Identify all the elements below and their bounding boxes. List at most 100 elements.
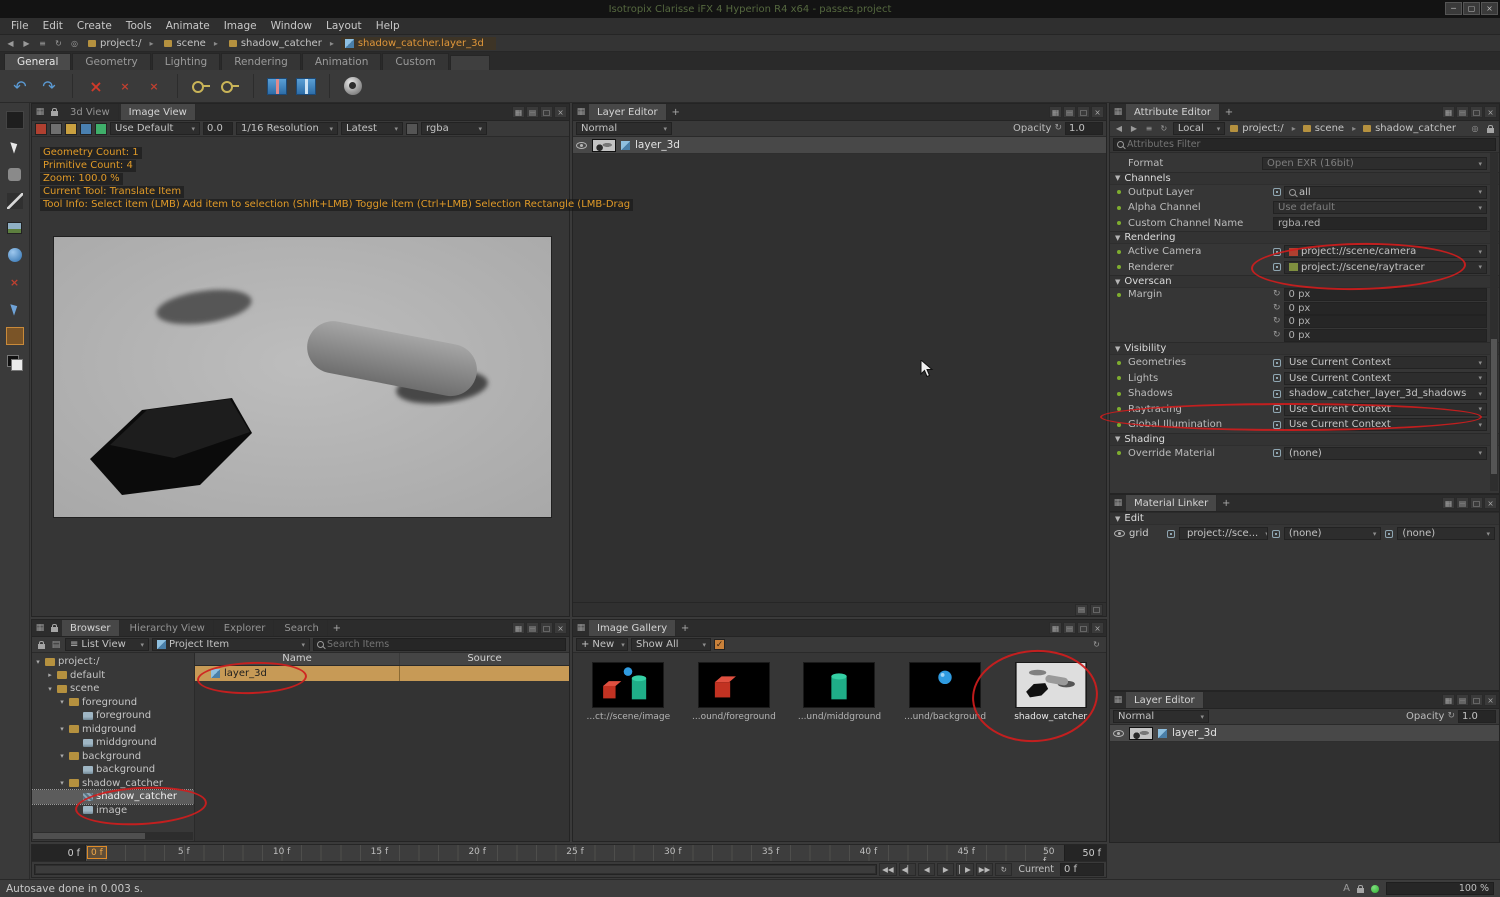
show-filter-dropdown[interactable]: Show All xyxy=(631,638,711,651)
panel-menu-icon[interactable]: ▦ xyxy=(1112,106,1124,118)
resolution-dropdown[interactable]: 1/16 Resolution xyxy=(236,122,338,135)
timeline-ruler[interactable]: 0 f 5 f 10 f 15 f 20 f 25 f 30 f 35 f 40… xyxy=(86,845,1064,861)
margin-value-4[interactable]: 0 px xyxy=(1283,328,1487,342)
browser-lock-icon[interactable] xyxy=(35,639,47,651)
reset-icon[interactable]: ↻ xyxy=(1273,290,1281,299)
rendered-image[interactable] xyxy=(53,236,552,518)
auto-select-checkbox[interactable]: ✓ xyxy=(714,639,725,650)
reset-icon[interactable]: ↻ xyxy=(1273,317,1281,326)
layer-row[interactable]: layer_3d xyxy=(573,137,1106,154)
reset-icon[interactable]: ↻ xyxy=(1273,303,1281,313)
menu-edit[interactable]: Edit xyxy=(36,19,70,33)
visibility-eye-icon[interactable] xyxy=(1113,729,1124,737)
section-overscan[interactable]: Overscan xyxy=(1110,275,1499,288)
set-keyframe-icon[interactable] xyxy=(189,74,213,98)
tab-material-linker[interactable]: Material Linker xyxy=(1126,495,1218,511)
import-package-icon[interactable] xyxy=(294,74,318,98)
menu-image[interactable]: Image xyxy=(217,19,264,33)
margin-value-1[interactable]: 0 px xyxy=(1283,288,1487,302)
panel-float-button[interactable]: ▦ xyxy=(1442,694,1455,706)
minimize-button[interactable]: ─ xyxy=(1445,2,1462,15)
tab-image-gallery[interactable]: Image Gallery xyxy=(589,620,677,636)
attr-breadcrumb-shadow-catcher[interactable]: shadow_catcher xyxy=(1361,123,1466,134)
gallery-item-scene-image[interactable]: ...ct://scene/image xyxy=(579,662,678,722)
shadows-value[interactable]: shadow_catcher_layer_3d_shadows xyxy=(1284,387,1487,401)
margin-value-3[interactable]: 0 px xyxy=(1283,315,1487,329)
panel-float-button[interactable]: ▦ xyxy=(512,622,525,634)
panel-close-button[interactable]: × xyxy=(1091,106,1104,118)
image-tool-icon[interactable] xyxy=(6,219,24,237)
tab-browser[interactable]: Browser xyxy=(62,620,120,636)
exposure-field[interactable]: 0.0 xyxy=(203,122,233,135)
tree-item-scene[interactable]: scene xyxy=(32,682,194,696)
breadcrumb-current[interactable]: shadow_catcher.layer_3d xyxy=(340,36,496,50)
panel-menu-icon[interactable]: ▦ xyxy=(575,106,587,118)
panel-maximize-button[interactable]: □ xyxy=(1470,694,1483,706)
alpha-channel-value[interactable]: Use default xyxy=(1273,201,1487,215)
panel-split-button[interactable]: ▤ xyxy=(1456,106,1469,118)
panel-menu-icon[interactable]: ▦ xyxy=(1112,497,1124,509)
new-image-button[interactable]: + New xyxy=(576,638,628,651)
breadcrumb-project[interactable]: project:/ xyxy=(84,37,157,50)
tab-image-view[interactable]: Image View xyxy=(120,104,196,120)
attribute-scrollbar[interactable] xyxy=(1490,153,1498,491)
tab-rendering[interactable]: Rendering xyxy=(221,53,301,70)
add-tab-button[interactable]: + xyxy=(1219,498,1233,509)
add-tab-button[interactable]: + xyxy=(669,107,683,118)
nav-forward-icon[interactable]: ▶ xyxy=(20,37,33,50)
paint-tool-icon[interactable] xyxy=(5,327,24,345)
lut-icon[interactable] xyxy=(95,122,107,135)
tab-layer-editor[interactable]: Layer Editor xyxy=(589,104,667,120)
undo-icon[interactable]: ↶ xyxy=(8,74,32,98)
plug-icon[interactable] xyxy=(1273,420,1281,429)
tab-3d-view[interactable]: 3d View xyxy=(62,104,119,120)
lights-value[interactable]: Use Current Context xyxy=(1284,371,1487,385)
panel-float-button[interactable]: ▦ xyxy=(1049,622,1062,634)
panel-maximize-button[interactable]: □ xyxy=(1470,106,1483,118)
plug-icon[interactable] xyxy=(1273,374,1281,383)
panel-maximize-button[interactable]: □ xyxy=(540,106,553,118)
scope-dropdown[interactable]: Local xyxy=(1172,122,1226,135)
tab-animation[interactable]: Animation xyxy=(301,53,382,70)
step-back-button[interactable]: ◀ xyxy=(918,863,936,876)
select-tool-icon[interactable] xyxy=(6,138,24,156)
attr-pin-icon[interactable]: ◎ xyxy=(1469,122,1481,135)
opacity-field[interactable]: 1.0 xyxy=(1458,710,1496,723)
panel-split-button[interactable]: ▤ xyxy=(526,622,539,634)
tree-item-shadow-catcher-image[interactable]: shadow_catcher xyxy=(32,789,194,805)
footer-frame-button[interactable]: □ xyxy=(1090,603,1103,616)
redo-icon[interactable]: ↷ xyxy=(37,74,61,98)
delete-icon[interactable]: × xyxy=(84,74,108,98)
go-to-end-button[interactable]: ▶▶ xyxy=(975,863,994,876)
attr-menu-icon[interactable]: ≡ xyxy=(1143,122,1155,135)
item-filter-dropdown[interactable]: Project Item xyxy=(152,638,310,651)
panel-lock-icon[interactable] xyxy=(48,106,60,118)
panel-split-button[interactable]: ▤ xyxy=(1456,497,1469,509)
render-camera-icon[interactable] xyxy=(35,122,47,135)
panel-split-button[interactable]: ▤ xyxy=(526,106,539,118)
menu-animate[interactable]: Animate xyxy=(159,19,217,33)
cut-tool-icon[interactable]: × xyxy=(6,273,24,291)
menu-layout[interactable]: Layout xyxy=(319,19,369,33)
global-illumination-value[interactable]: Use Current Context xyxy=(1284,418,1487,432)
layer-row[interactable]: layer_3d xyxy=(1110,725,1499,742)
active-camera-value[interactable]: project://scene/camera xyxy=(1284,245,1487,259)
panel-maximize-button[interactable]: □ xyxy=(540,622,553,634)
gallery-item-foreground[interactable]: ...ound/foreground xyxy=(685,662,784,722)
browser-search[interactable] xyxy=(313,638,566,651)
current-frame-marker[interactable]: 0 f xyxy=(87,846,107,859)
section-channels[interactable]: Channels xyxy=(1110,171,1499,185)
attr-back-icon[interactable]: ◀ xyxy=(1113,122,1125,135)
plug-icon[interactable] xyxy=(1273,263,1281,272)
plug-icon[interactable] xyxy=(1271,529,1280,538)
tab-attribute-editor[interactable]: Attribute Editor xyxy=(1126,104,1220,120)
panel-close-button[interactable]: × xyxy=(1484,106,1497,118)
viewport-layout-icon[interactable] xyxy=(5,111,24,129)
plug-icon[interactable] xyxy=(1167,529,1175,538)
tree-horizontal-scrollbar[interactable] xyxy=(33,832,193,840)
gallery-item-shadow-catcher[interactable]: shadow_catcher xyxy=(1001,662,1100,722)
panel-menu-icon[interactable]: ▦ xyxy=(34,622,46,634)
plug-icon[interactable] xyxy=(1273,389,1281,398)
panel-split-button[interactable]: ▤ xyxy=(1063,622,1076,634)
panel-split-button[interactable]: ▤ xyxy=(1063,106,1076,118)
